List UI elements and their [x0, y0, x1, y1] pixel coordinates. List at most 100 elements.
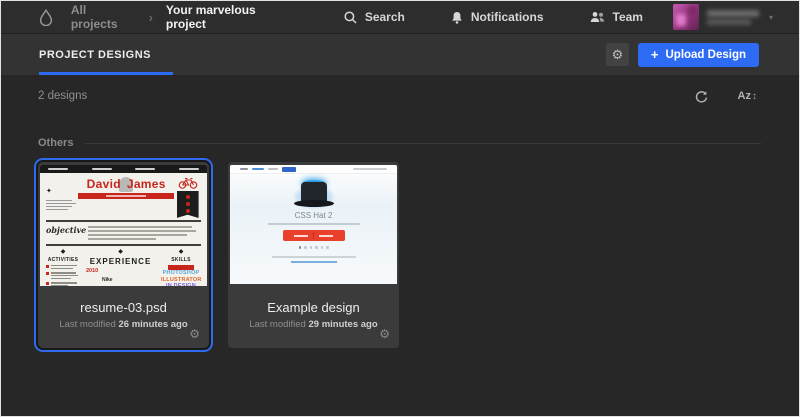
resume-nav	[40, 165, 207, 173]
section-title: Others	[38, 137, 74, 149]
resume-name-last: James	[126, 177, 166, 191]
design-card-resume[interactable]: ✦ David James objective ◆ ACTIVITIES ◆ E…	[38, 162, 209, 348]
tab-bar-actions: ⚙ + Upload Design	[605, 42, 759, 67]
notifications-label: Notifications	[470, 10, 544, 24]
resume-columns: ◆ ACTIVITIES ◆ EXPERIENCE 2010 Nike ◆ SK…	[40, 246, 207, 286]
experience-heading: EXPERIENCE	[89, 257, 152, 266]
upload-design-label: Upload Design	[665, 48, 746, 61]
sort-az-label: Az	[737, 90, 751, 102]
activity-item	[46, 272, 80, 280]
app-logo-droplet-icon[interactable]	[39, 8, 55, 26]
sort-direction-icon: ↕	[752, 90, 757, 102]
resume-objective-label: objective	[46, 225, 87, 235]
designs-count: 2 designs	[38, 90, 88, 102]
csshat-footer-line	[271, 255, 356, 258]
design-modified: Last modified 29 minutes ago	[228, 319, 399, 330]
skill-item: PHOTOSHOP	[162, 270, 200, 276]
design-modified: Last modified 26 minutes ago	[38, 319, 209, 330]
activities-heading: ACTIVITIES	[47, 257, 79, 263]
resume-name-first: David	[86, 177, 121, 191]
skills-heading: SKILLS	[171, 257, 191, 263]
design-thumbnail-resume: ✦ David James objective ◆ ACTIVITIES ◆ E…	[38, 162, 209, 291]
resume-header-right	[174, 177, 201, 218]
csshat-title: CSS Hat 2	[294, 211, 333, 220]
search-icon	[344, 10, 357, 24]
experience-entry: 2010 Nike	[86, 268, 155, 286]
resume-objective-text-lines	[88, 225, 201, 242]
section-divider	[85, 142, 761, 144]
diamond-icon: ◆	[118, 249, 123, 255]
refresh-icon	[695, 90, 707, 103]
modified-ago: 29 minutes ago	[308, 319, 378, 330]
top-hat-icon	[293, 180, 334, 207]
breadcrumb-all-projects[interactable]: All projects	[71, 3, 136, 31]
modified-prefix: Last modified	[59, 319, 116, 330]
resume-page: ✦ David James objective ◆ ACTIVITIES ◆ E…	[40, 165, 207, 286]
bicycle-icon	[178, 177, 197, 189]
refresh-button[interactable]	[695, 90, 708, 103]
team-label: Team	[612, 10, 643, 24]
active-tab-indicator	[39, 72, 174, 75]
list-toolbar-right: Az ↕	[695, 90, 757, 103]
design-cards-row: ✦ David James objective ◆ ACTIVITIES ◆ E…	[38, 162, 761, 348]
diamond-icon: ◆	[178, 249, 184, 255]
user-menu[interactable]: ▾	[672, 4, 773, 30]
user-name-redacted	[706, 9, 759, 25]
app-window: All projects › Your marvelous project Se…	[0, 0, 800, 417]
csshat-page: CSS Hat 2	[230, 165, 397, 284]
design-settings-gear-icon[interactable]: ⚙	[189, 327, 200, 341]
activity-item	[46, 282, 80, 286]
chevron-down-icon: ▾	[768, 12, 773, 22]
team-button[interactable]: Team	[590, 10, 643, 24]
resume-name: David James	[78, 177, 174, 191]
modified-prefix: Last modified	[249, 319, 306, 330]
team-people-icon	[590, 12, 604, 22]
resume-col-experience: ◆ EXPERIENCE 2010 Nike 2008 Past Company	[86, 249, 155, 286]
list-toolbar: 2 designs Az ↕	[1, 75, 799, 117]
search-button[interactable]: Search	[344, 10, 405, 24]
breadcrumb-chevron-icon: ›	[148, 9, 153, 25]
experience-company: Nike	[102, 277, 113, 283]
resume-ribbon	[176, 191, 199, 218]
resume-header: ✦ David James	[40, 173, 207, 218]
card-footer: Example design Last modified 29 minutes …	[228, 291, 399, 348]
project-settings-button[interactable]: ⚙	[605, 43, 629, 66]
tab-bar: PROJECT DESIGNS ⚙ + Upload Design	[1, 34, 799, 75]
bell-icon	[452, 11, 462, 24]
design-title: resume-03.psd	[80, 300, 167, 315]
designs-area: Others ✦ David James objective ◆ ACTIVIT…	[1, 117, 799, 348]
csshat-pagination-dots	[230, 246, 397, 249]
csshat-nav	[230, 165, 397, 174]
csshat-footer-link-line	[290, 260, 337, 263]
csshat-subtitle-line	[267, 223, 360, 225]
sort-alphabetical-button[interactable]: Az ↕	[738, 90, 757, 102]
tab-project-designs[interactable]: PROJECT DESIGNS	[39, 34, 174, 75]
search-label: Search	[364, 10, 405, 24]
resume-title-block: David James	[78, 177, 175, 218]
gear-icon: ⚙	[611, 46, 624, 62]
modified-ago: 26 minutes ago	[118, 319, 188, 330]
design-settings-gear-icon[interactable]: ⚙	[379, 327, 390, 341]
diamond-icon: ◆	[60, 249, 66, 255]
design-card-example[interactable]: CSS Hat 2 Example design Last modified 2…	[228, 162, 399, 348]
resume-objective-row: objective	[40, 222, 207, 242]
skill-item: IN DESIGN	[166, 283, 196, 286]
csshat-red-button	[282, 230, 345, 241]
csshat-hero: CSS Hat 2	[230, 180, 397, 263]
design-title: Example design	[267, 300, 360, 315]
tab-project-designs-label: PROJECT DESIGNS	[39, 48, 152, 61]
resume-col-activities: ◆ ACTIVITIES	[46, 249, 80, 286]
design-thumbnail-example: CSS Hat 2	[228, 162, 399, 291]
resume-logo-icon: ✦	[46, 188, 52, 195]
card-footer: resume-03.psd Last modified 26 minutes a…	[38, 291, 209, 348]
resume-subtitle-bar	[78, 193, 175, 199]
activity-item	[46, 265, 80, 270]
top-bar-right: Search Notifications Team ▾	[298, 4, 773, 30]
top-bar: All projects › Your marvelous project Se…	[1, 1, 799, 34]
notifications-button[interactable]: Notifications	[451, 10, 544, 24]
plus-icon: +	[650, 47, 659, 62]
resume-logo-block: ✦	[46, 177, 78, 218]
user-avatar	[672, 4, 699, 30]
breadcrumb-current-project: Your marvelous project	[165, 3, 256, 31]
upload-design-button[interactable]: + Upload Design	[637, 42, 759, 67]
